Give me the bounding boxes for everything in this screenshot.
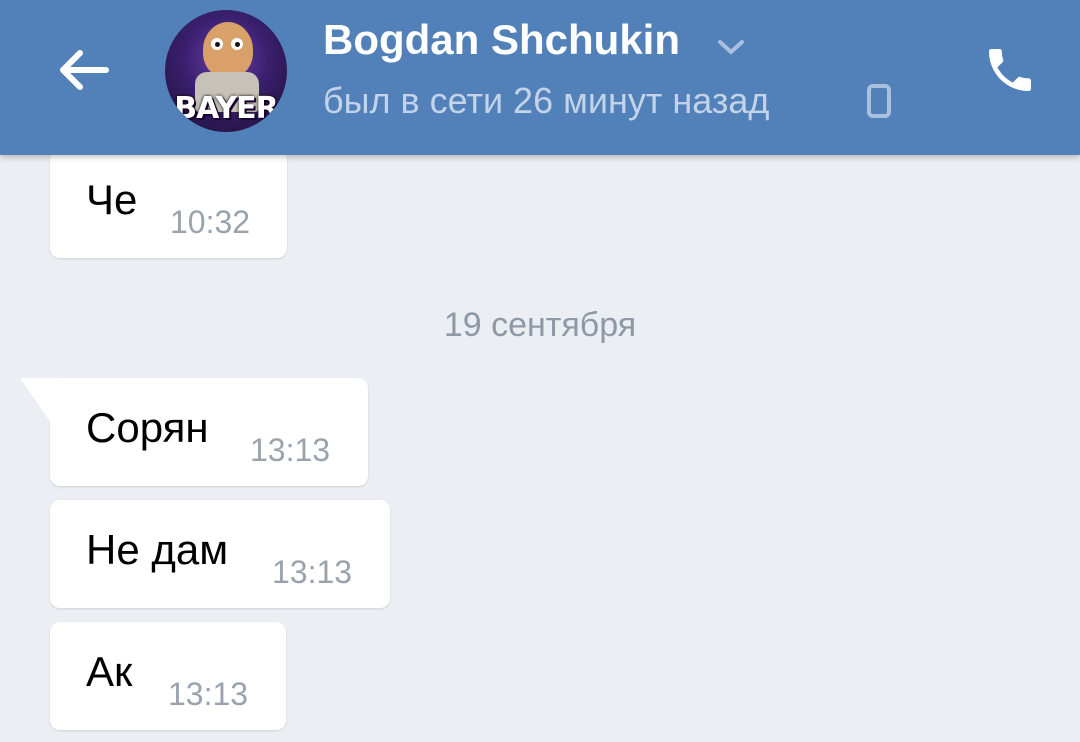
- message-bubble[interactable]: Сорян 13:13: [20, 378, 368, 486]
- date-separator: 19 сентября: [443, 306, 637, 344]
- avatar-logo-text: BAYER: [174, 91, 279, 126]
- message-bubble[interactable]: Не дам 13:13: [50, 500, 390, 608]
- message-time: 13:13: [272, 554, 353, 590]
- chat-header: BAYER Bogdan Shchukin был в сети 26 мину…: [0, 0, 1080, 155]
- message-text: Не дам: [86, 526, 229, 573]
- online-status: был в сети 26 минут назад: [323, 80, 770, 121]
- avatar-eye-right: [231, 38, 243, 50]
- message-bubble[interactable]: Че 10:32: [50, 150, 287, 258]
- message-time: 13:13: [168, 676, 249, 712]
- message-text: Че: [86, 176, 138, 223]
- mobile-icon: [867, 84, 891, 118]
- message-text: Ак: [86, 648, 133, 695]
- arrow-left-icon: [60, 50, 109, 90]
- message-time: 13:13: [250, 432, 331, 468]
- message-bubble[interactable]: Ак 13:13: [50, 622, 286, 730]
- message-time: 10:32: [170, 204, 251, 240]
- phone-icon: [989, 49, 1031, 91]
- avatar-face: [203, 22, 253, 78]
- message-text: Сорян: [86, 404, 209, 451]
- contact-name[interactable]: Bogdan Shchukin: [323, 16, 680, 64]
- avatar[interactable]: BAYER: [165, 10, 287, 132]
- back-button[interactable]: [50, 40, 116, 100]
- bubble-tail: [20, 378, 60, 436]
- avatar-eye-left: [211, 38, 223, 50]
- call-button[interactable]: [975, 38, 1045, 102]
- chevron-down-icon[interactable]: [716, 38, 746, 56]
